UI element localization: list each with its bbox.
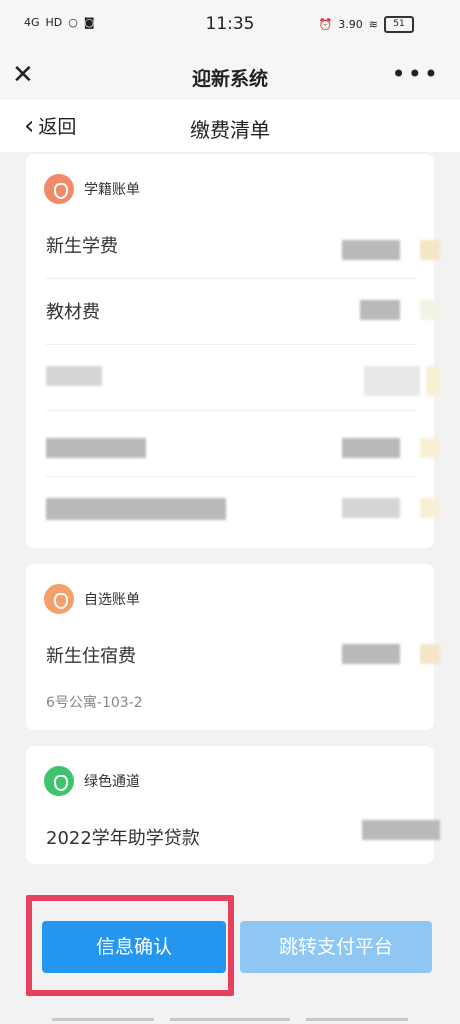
- redacted-status: [426, 366, 440, 396]
- bill-row[interactable]: 教材费: [46, 278, 440, 345]
- redacted-amount: [360, 300, 400, 320]
- app-bar: ✕ 迎新系统 •••: [0, 52, 460, 100]
- status-bar: 4G HD ○ ◙ 11:35 ⏰ 3.90 ≋ 51: [0, 0, 460, 52]
- page-title: 缴费清单: [190, 118, 270, 142]
- alarm-icon: ⏰: [318, 18, 333, 31]
- bottom-divider: [306, 1018, 408, 1021]
- more-icon[interactable]: •••: [392, 60, 440, 88]
- money-bag-icon: [44, 766, 74, 796]
- bill-row-label: 2022学年助学贷款: [46, 828, 200, 849]
- network-speed: 3.90: [338, 18, 363, 31]
- go-to-payment-button[interactable]: 跳转支付平台: [240, 921, 432, 973]
- confirm-info-button[interactable]: 信息确认: [42, 921, 226, 973]
- card-title: 学籍账单: [84, 182, 140, 198]
- bottom-divider: [52, 1018, 154, 1021]
- nav-bar: ‹ 返回 缴费清单: [0, 100, 460, 152]
- card-header: 自选账单: [44, 584, 140, 614]
- redacted-amount: [342, 644, 400, 664]
- redacted-label: [46, 438, 146, 458]
- card-title: 自选账单: [84, 592, 140, 608]
- redacted-status: [420, 300, 440, 320]
- money-bag-icon: [44, 584, 74, 614]
- bill-row-label: 教材费: [46, 302, 100, 323]
- redacted-label: [46, 366, 102, 386]
- bill-row[interactable]: [46, 476, 440, 542]
- redacted-status: [420, 240, 440, 260]
- wifi-icon: ≋: [368, 18, 378, 31]
- status-right: ⏰ 3.90 ≋ 51: [319, 16, 414, 33]
- redacted-amount: [342, 240, 400, 260]
- card-enrollment-bill: 学籍账单 新生学费 教材费: [26, 154, 440, 548]
- redacted-label: [46, 498, 226, 520]
- bill-row[interactable]: 2022学年助学贷款: [46, 804, 440, 864]
- bill-row-label: 新生学费: [46, 236, 118, 257]
- battery-icon: 51: [384, 16, 414, 33]
- money-bag-icon: [44, 174, 74, 204]
- card-optional-bill: 自选账单 新生住宿费 6号公寓-103-2: [26, 564, 440, 730]
- bill-row[interactable]: [46, 344, 440, 411]
- bill-row[interactable]: 新生学费: [46, 212, 440, 279]
- redacted-amount: [364, 366, 420, 396]
- card-header: 学籍账单: [44, 174, 140, 204]
- redacted-amount: [342, 498, 400, 518]
- redacted-status: [420, 498, 440, 518]
- bill-row-label: 新生住宿费: [46, 646, 136, 667]
- dorm-room-text: 6号公寓-103-2: [46, 695, 143, 711]
- card-green-channel: 绿色通道 2022学年助学贷款: [26, 746, 440, 864]
- card-title: 绿色通道: [84, 774, 140, 790]
- redacted-amount: [362, 820, 440, 840]
- bill-row[interactable]: [46, 410, 440, 477]
- card-header: 绿色通道: [44, 766, 140, 796]
- redacted-amount: [342, 438, 400, 458]
- bottom-divider: [170, 1018, 290, 1021]
- bill-row[interactable]: 新生住宿费: [46, 622, 440, 682]
- redacted-status: [420, 438, 440, 458]
- redacted-status: [420, 644, 440, 664]
